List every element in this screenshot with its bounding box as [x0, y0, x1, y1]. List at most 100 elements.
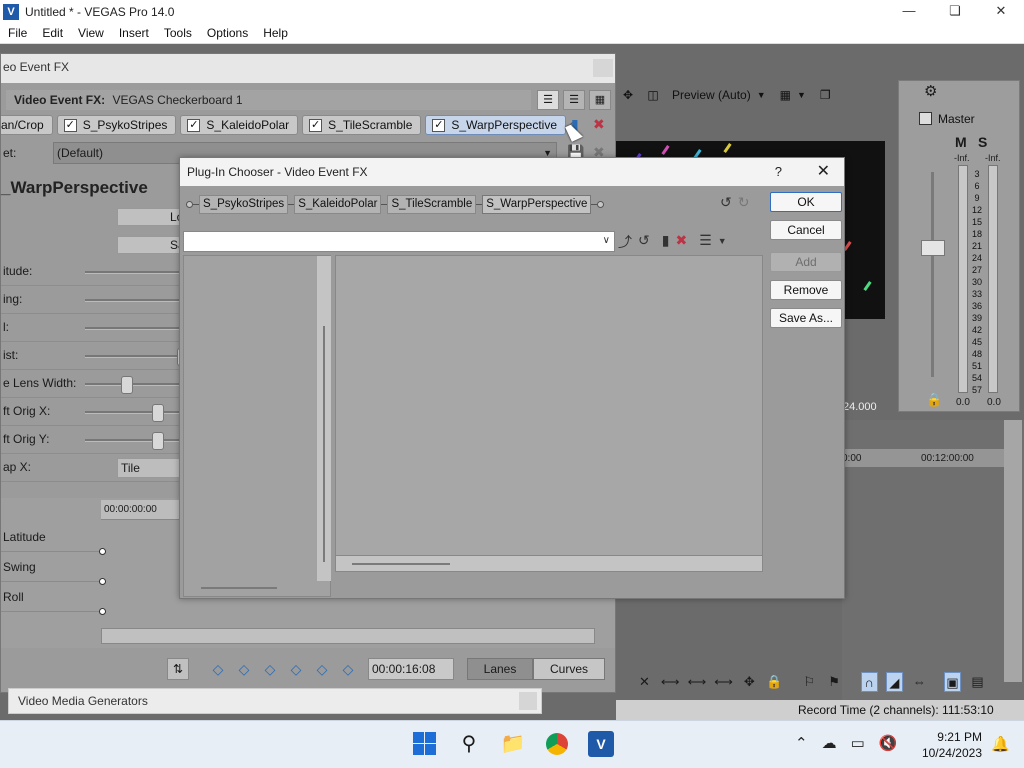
- mute-icon[interactable]: M: [955, 134, 967, 150]
- checkbox-icon[interactable]: ✓: [63, 118, 77, 132]
- keyframe-marker[interactable]: [99, 608, 106, 615]
- dialog-chain-item-selected[interactable]: S_WarpPerspective: [482, 194, 592, 214]
- move-left-icon[interactable]: ↺: [720, 194, 732, 211]
- slider-thumb[interactable]: [152, 404, 164, 422]
- chain-item-warpperspective[interactable]: ✓ S_WarpPerspective: [425, 115, 567, 135]
- lock-icon[interactable]: 🔒: [926, 392, 942, 408]
- add-keyframe-icon[interactable]: ◇: [313, 660, 331, 678]
- menu-help[interactable]: Help: [255, 26, 295, 40]
- ripple-icon[interactable]: ⇔: [911, 672, 928, 692]
- last-keyframe-icon[interactable]: ◇: [287, 660, 305, 678]
- slider-track[interactable]: [85, 439, 181, 442]
- wrap-x-dropdown[interactable]: Tile: [117, 458, 181, 478]
- overlay-icon[interactable]: ◫: [640, 88, 666, 102]
- menu-options[interactable]: Options: [199, 26, 255, 40]
- view-options-icon[interactable]: ☰: [699, 232, 712, 252]
- preview-mode-dropdown[interactable]: Preview (Auto): [672, 88, 751, 102]
- split-icon[interactable]: ✥: [741, 672, 758, 692]
- view-list-icon[interactable]: ☰: [537, 90, 559, 110]
- remove-plugin-icon[interactable]: ✖: [675, 232, 687, 252]
- dialog-chain-item[interactable]: S_PsykoStripes: [199, 194, 289, 214]
- close-icon[interactable]: ✕: [817, 158, 830, 186]
- region-icon[interactable]: ⚑: [826, 672, 843, 692]
- chevron-up-icon[interactable]: ⌃: [795, 734, 808, 752]
- dialog-chain-item[interactable]: S_TileScramble: [387, 194, 477, 214]
- video-media-generators-tab[interactable]: Video Media Generators: [8, 688, 542, 714]
- keyframe-marker[interactable]: [99, 548, 106, 555]
- chain-item-kaleidopolar[interactable]: ✓ S_KaleidoPolar: [180, 115, 299, 135]
- view-details-icon[interactable]: ☰: [563, 90, 585, 110]
- close-icon[interactable]: [519, 692, 537, 710]
- menu-edit[interactable]: Edit: [34, 26, 70, 40]
- taskbar-clock[interactable]: 9:21 PM 10/24/2023: [922, 729, 982, 761]
- tree-horizontal-scrollbar[interactable]: [201, 587, 277, 589]
- cancel-button[interactable]: Cancel: [770, 220, 842, 240]
- slider-track[interactable]: [85, 411, 181, 414]
- menu-view[interactable]: View: [70, 26, 111, 40]
- remove-button[interactable]: Remove: [770, 280, 842, 300]
- move-right-icon[interactable]: ↻: [738, 194, 750, 211]
- lanes-button[interactable]: Lanes: [467, 658, 533, 680]
- chevron-down-icon[interactable]: ▼: [797, 90, 806, 100]
- trim-icon[interactable]: ⟷: [688, 672, 707, 692]
- grid-icon[interactable]: ▦: [780, 88, 791, 102]
- split-screen-icon[interactable]: ✥: [616, 88, 640, 102]
- help-icon[interactable]: ?: [775, 158, 782, 186]
- curves-button[interactable]: Curves: [533, 658, 605, 680]
- remove-plugin-icon[interactable]: ✖: [593, 116, 605, 133]
- sync-cursor-icon[interactable]: ⇅: [167, 658, 189, 680]
- keyframe-timecode[interactable]: 00:00:16:08: [368, 658, 454, 680]
- keyframe-row-roll[interactable]: Roll: [1, 582, 101, 612]
- menu-file[interactable]: File: [0, 26, 34, 40]
- chrome-icon[interactable]: [544, 731, 570, 757]
- undo-icon[interactable]: ↺: [638, 232, 650, 252]
- onedrive-icon[interactable]: ☁: [822, 734, 837, 752]
- chain-item-psykostripes[interactable]: ✓ S_PsykoStripes: [56, 115, 177, 135]
- load-button[interactable]: Lo: [117, 208, 187, 226]
- trim-start-icon[interactable]: ⟷: [661, 672, 680, 692]
- delete-icon[interactable]: ✕: [636, 672, 653, 692]
- prev-keyframe-icon[interactable]: ◇: [235, 660, 253, 678]
- chain-item-pancrop[interactable]: an/Crop: [1, 115, 53, 135]
- auto-crossfade-icon[interactable]: ◢: [885, 672, 903, 692]
- dialog-chain-item[interactable]: S_KaleidoPolar: [294, 194, 382, 214]
- plugin-folder-tree[interactable]: [183, 255, 331, 597]
- display-icon[interactable]: ▭: [851, 734, 865, 752]
- file-explorer-icon[interactable]: 📁: [500, 731, 526, 757]
- plugin-filter-dropdown[interactable]: ∨: [183, 231, 615, 252]
- up-folder-icon[interactable]: ⤴: [618, 232, 632, 252]
- menu-tools[interactable]: Tools: [156, 26, 199, 40]
- chevron-down-icon[interactable]: ∨: [603, 235, 610, 246]
- slider-track[interactable]: [85, 355, 181, 358]
- event-pan-icon[interactable]: ▣: [943, 672, 962, 692]
- ok-button[interactable]: OK: [770, 192, 842, 212]
- checkbox-icon[interactable]: ✓: [187, 118, 201, 132]
- search-icon[interactable]: ⚲: [456, 731, 482, 757]
- next-keyframe-icon[interactable]: ◇: [261, 660, 279, 678]
- checkbox-icon[interactable]: ✓: [432, 118, 446, 132]
- notification-bell-icon[interactable]: 🔔: [991, 735, 1010, 753]
- vegas-taskbar-icon[interactable]: V: [588, 731, 614, 757]
- list-horizontal-scrollbar[interactable]: [335, 555, 763, 572]
- trim-end-icon[interactable]: ⟷: [714, 672, 733, 692]
- sound-muted-icon[interactable]: 🔇: [879, 734, 898, 752]
- close-icon[interactable]: [593, 59, 613, 77]
- master-fader[interactable]: [921, 240, 945, 256]
- slider-thumb[interactable]: [121, 376, 133, 394]
- insert-plugin-icon[interactable]: ▮: [662, 232, 670, 252]
- save-button[interactable]: Sa: [117, 236, 187, 254]
- lock-icon[interactable]: 🔒: [766, 672, 783, 692]
- slider-track[interactable]: [85, 383, 181, 386]
- restore-icon[interactable]: ❏: [932, 0, 978, 23]
- marker-icon[interactable]: ⚐: [801, 672, 818, 692]
- keyframe-row-swing[interactable]: Swing: [1, 552, 101, 582]
- checkbox-icon[interactable]: ✓: [309, 118, 323, 132]
- snapping-icon[interactable]: ∩: [860, 672, 878, 692]
- delete-keyframe-icon[interactable]: ◇: [339, 660, 357, 678]
- chain-item-tilescramble[interactable]: ✓ S_TileScramble: [302, 115, 422, 135]
- minimize-icon[interactable]: —: [886, 0, 932, 23]
- first-keyframe-icon[interactable]: ◇: [209, 660, 227, 678]
- timeline-vertical-scrollbar[interactable]: [1004, 420, 1022, 682]
- slider-track[interactable]: [85, 299, 181, 302]
- slider-track[interactable]: [85, 327, 181, 330]
